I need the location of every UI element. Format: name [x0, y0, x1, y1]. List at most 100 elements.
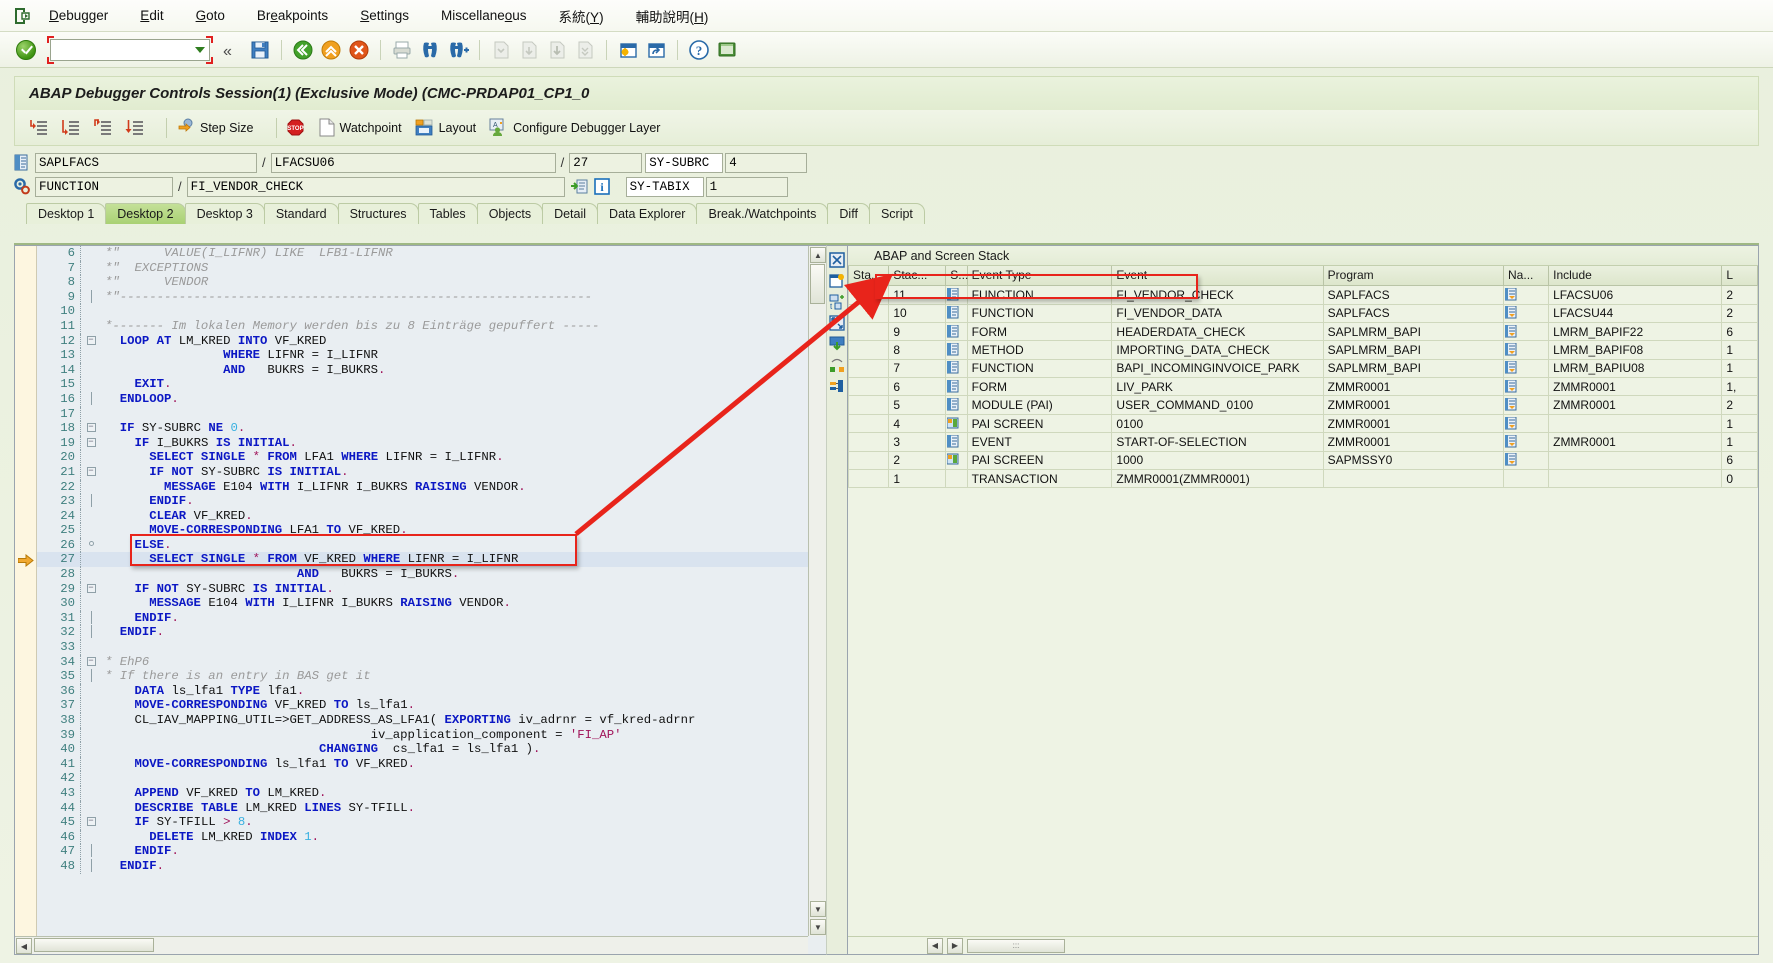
- breakpoint-toggle-icon[interactable]: [829, 357, 845, 373]
- menu-goto[interactable]: Goto: [195, 6, 226, 25]
- breakpoint-gutter[interactable]: [15, 246, 37, 936]
- code-line[interactable]: 8 *" VENDOR: [37, 275, 808, 290]
- tab-detail[interactable]: Detail: [542, 203, 599, 224]
- code-line[interactable]: 47 ENDIF.: [37, 844, 808, 859]
- fold-marker-icon[interactable]: −: [81, 465, 101, 480]
- tab-desktop-3[interactable]: Desktop 3: [184, 203, 265, 224]
- hscroll-thumb[interactable]: [34, 938, 154, 952]
- table-row[interactable]: 3 EVENT START-OF-SELECTION ZMMR0001 ZMMR0001…: [847, 432, 1758, 452]
- code-line[interactable]: 27 SELECT SINGLE * FROM VF_KRED WHERE LI…: [37, 552, 808, 568]
- code-line[interactable]: 26 ELSE.: [37, 537, 808, 553]
- fold-marker-icon[interactable]: [81, 363, 101, 378]
- fold-marker-icon[interactable]: [81, 289, 101, 305]
- fold-marker-icon[interactable]: [81, 728, 101, 743]
- code-line[interactable]: 39 iv_application_component = 'FI_AP': [37, 727, 808, 743]
- table-row[interactable]: 2 PAI SCREEN 1000 SAPMSSY0 6: [847, 451, 1758, 471]
- stack-table[interactable]: Sta... Stac... S... Event Type Event Program N…: [847, 266, 1758, 489]
- table-row[interactable]: 5 MODULE (PAI) USER_COMMAND_0100 ZMMR0001 ZM…: [847, 395, 1758, 415]
- code-line[interactable]: 14 AND BUKRS = I_BUKRS.: [37, 362, 808, 378]
- table-row[interactable]: 11 FUNCTION FI_VENDOR_CHECK SAPLFACS LFACSU0…: [847, 285, 1758, 305]
- tab-break-watchpoints[interactable]: Break./Watchpoints: [696, 203, 829, 224]
- code-line[interactable]: 13 WHERE LIFNR = I_LIFNR: [37, 348, 808, 363]
- goto-source-icon[interactable]: [570, 178, 588, 195]
- maximize-icon[interactable]: [829, 315, 845, 331]
- vscroll-thumb[interactable]: [810, 264, 825, 304]
- line-field[interactable]: [569, 152, 643, 173]
- enter-ok-icon[interactable]: [16, 39, 36, 60]
- fold-marker-icon[interactable]: [81, 275, 101, 290]
- fold-marker-icon[interactable]: [81, 757, 101, 772]
- code-lines[interactable]: 6 *" VALUE(I_LIFNR) LIKE LFB1-LIFNR 7 *" EX…: [37, 246, 808, 936]
- code-line[interactable]: 22 MESSAGE E104 WITH I_LIFNR I_BUKRS RAI…: [37, 479, 808, 495]
- sy-subrc-label-field[interactable]: [645, 152, 724, 173]
- code-line[interactable]: 42: [37, 771, 808, 786]
- code-line[interactable]: 38 CL_IAV_MAPPING_UTIL=>GET_ADDRESS_AS_L…: [37, 713, 808, 728]
- scroll-up-button[interactable]: ▲: [810, 247, 826, 263]
- scroll-left-button[interactable]: ◀: [16, 938, 32, 954]
- menu-breakpoints[interactable]: Breakpoints: [256, 6, 329, 25]
- back-icon[interactable]: [292, 39, 314, 61]
- tab-script[interactable]: Script: [868, 203, 925, 224]
- menu-settings[interactable]: Settings: [359, 6, 410, 25]
- code-line[interactable]: 45− IF SY-TFILL > 8.: [37, 815, 808, 830]
- layout-button[interactable]: Layout: [415, 118, 476, 137]
- table-row[interactable]: 8 METHOD IMPORTING_DATA_CHECK SAPLMRM_BAPI L…: [847, 340, 1758, 360]
- fold-marker-icon[interactable]: −: [81, 815, 101, 830]
- system-menu-icon[interactable]: [12, 5, 34, 27]
- code-line[interactable]: 33: [37, 640, 808, 655]
- code-line[interactable]: 9 *"-------------------------------------…: [37, 289, 808, 305]
- code-line[interactable]: 12− LOOP AT LM_KRED INTO VF_KRED: [37, 333, 808, 349]
- tab-diff[interactable]: Diff: [827, 203, 870, 224]
- single-step-button[interactable]: [29, 118, 48, 137]
- fold-marker-icon[interactable]: [81, 246, 101, 261]
- code-viewport[interactable]: 6 *" VALUE(I_LIFNR) LIKE LFB1-LIFNR 7 *" EX…: [15, 246, 808, 936]
- fold-marker-icon[interactable]: [81, 596, 101, 611]
- stack-column-header[interactable]: Stac...: [888, 266, 947, 286]
- table-row[interactable]: 6 FORM LIV_PARK ZMMR0001 ZMMR0001 1,: [847, 377, 1758, 397]
- stack-hscroll-thumb[interactable]: :::: [967, 938, 1065, 953]
- collapse-icon[interactable]: «: [221, 39, 243, 61]
- help-icon[interactable]: ?: [688, 39, 710, 61]
- code-line[interactable]: 46 DELETE LM_KRED INDEX 1.: [37, 829, 808, 845]
- table-row[interactable]: 4 PAI SCREEN 0100 ZMMR0001 1: [847, 414, 1758, 434]
- stack-column-header[interactable]: Na...: [1503, 266, 1550, 286]
- fold-marker-icon[interactable]: [81, 801, 101, 816]
- sy-tabix-value-field[interactable]: [705, 176, 788, 197]
- tab-desktop-1[interactable]: Desktop 1: [26, 203, 107, 224]
- code-line[interactable]: 32 ENDIF.: [37, 625, 808, 641]
- code-line[interactable]: 11 *------- Im lokalen Memory werden bis …: [37, 318, 808, 334]
- fold-marker-icon[interactable]: [81, 348, 101, 363]
- tab-tables[interactable]: Tables: [417, 203, 478, 224]
- fold-marker-icon[interactable]: [81, 786, 101, 801]
- create-shortcut-icon[interactable]: [645, 39, 667, 61]
- code-line[interactable]: 18− IF SY-SUBRC NE 0.: [37, 421, 808, 436]
- code-line[interactable]: 25 MOVE-CORRESPONDING LFA1 TO VF_KRED.: [37, 523, 808, 538]
- stack-column-header[interactable]: Include: [1548, 266, 1723, 286]
- info-icon[interactable]: i: [593, 178, 611, 195]
- stack-scroll-right-button[interactable]: ▶: [947, 937, 963, 954]
- fold-marker-icon[interactable]: [81, 713, 101, 728]
- fold-marker-icon[interactable]: −: [81, 421, 101, 436]
- tab-data-explorer[interactable]: Data Explorer: [597, 203, 698, 224]
- fold-marker-icon[interactable]: [81, 523, 101, 538]
- new-window-icon[interactable]: [829, 273, 845, 289]
- fold-marker-icon[interactable]: [81, 844, 101, 859]
- code-line[interactable]: 28 AND BUKRS = I_BUKRS.: [37, 567, 808, 582]
- find-next-icon[interactable]: [447, 39, 469, 61]
- execute-button[interactable]: [61, 118, 80, 137]
- menu-system[interactable]: 系統(Y): [558, 4, 605, 28]
- fold-marker-icon[interactable]: [81, 684, 101, 699]
- fold-marker-icon[interactable]: [81, 304, 101, 319]
- code-line[interactable]: 16 ENDLOOP.: [37, 391, 808, 407]
- tab-standard[interactable]: Standard: [263, 203, 339, 224]
- sy-subrc-value-field[interactable]: [725, 152, 808, 173]
- code-line[interactable]: 15 EXIT.: [37, 377, 808, 392]
- code-line[interactable]: 36 DATA ls_lfa1 TYPE lfa1.: [37, 683, 808, 699]
- find-icon[interactable]: [419, 39, 441, 61]
- fold-marker-icon[interactable]: [81, 742, 101, 757]
- code-line[interactable]: 30 MESSAGE E104 WITH I_LIFNR I_BUKRS RAI…: [37, 596, 808, 611]
- print-icon[interactable]: [391, 39, 413, 61]
- code-line[interactable]: 43 APPEND VF_KRED TO LM_KRED.: [37, 785, 808, 801]
- close-icon[interactable]: [829, 252, 845, 268]
- code-line[interactable]: 10: [37, 304, 808, 319]
